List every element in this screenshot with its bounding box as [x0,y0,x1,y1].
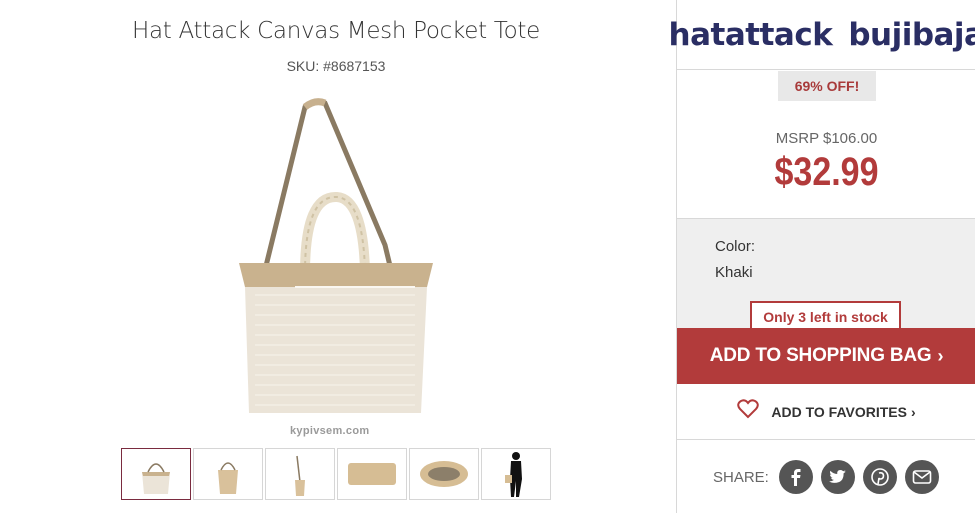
add-to-favorites-button[interactable]: ADD TO FAVORITES › [677,384,975,440]
chevron-right-icon: › [910,403,916,420]
twitter-icon[interactable] [820,460,855,494]
email-icon[interactable] [904,460,939,494]
stock-notice: Only 3 left in stock [750,301,901,331]
brand-name-primary: hatattack [668,16,833,53]
thumbnail-6[interactable] [481,448,551,500]
add-to-bag-label: ADD TO SHOPPING BAG [709,345,932,366]
msrp-price: MSRP $106.00 [775,130,878,147]
add-to-favorites-label: ADD TO FAVORITES [771,403,907,420]
share-bar: SHARE: [677,441,975,513]
chevron-right-icon: › [937,345,944,366]
sale-price: $32.99 [774,150,879,194]
share-label: SHARE: [713,468,769,486]
pinterest-icon[interactable] [862,460,897,494]
main-product-image[interactable] [225,95,445,425]
thumbnail-strip [121,448,551,500]
thumbnail-1[interactable] [121,448,191,500]
product-column: Hat Attack Canvas Mesh Pocket Tote SKU: … [0,0,672,513]
brand-name-secondary: bujibaja [848,16,975,53]
product-title: Hat Attack Canvas Mesh Pocket Tote [132,18,540,44]
facebook-icon[interactable] [778,460,813,494]
thumbnail-3[interactable] [265,448,335,500]
purchase-panel: hatattack bujibaja 69% OFF! MSRP $106.00… [669,0,975,513]
color-label: Color: [715,238,756,255]
thumbnail-4[interactable] [337,448,407,500]
heart-icon [737,399,760,424]
brand-logo[interactable]: hatattack bujibaja [669,0,975,70]
product-sku: SKU: #8687153 [286,58,386,74]
color-section: Color: Khaki Only 3 left in stock [677,218,975,331]
watermark-text: kypivsem.com [290,425,370,437]
add-to-bag-button[interactable]: ADD TO SHOPPING BAG › [677,328,975,384]
color-value[interactable]: Khaki [715,264,753,281]
thumbnail-2[interactable] [193,448,263,500]
thumbnail-5[interactable] [409,448,479,500]
discount-badge: 69% OFF! [778,71,876,101]
